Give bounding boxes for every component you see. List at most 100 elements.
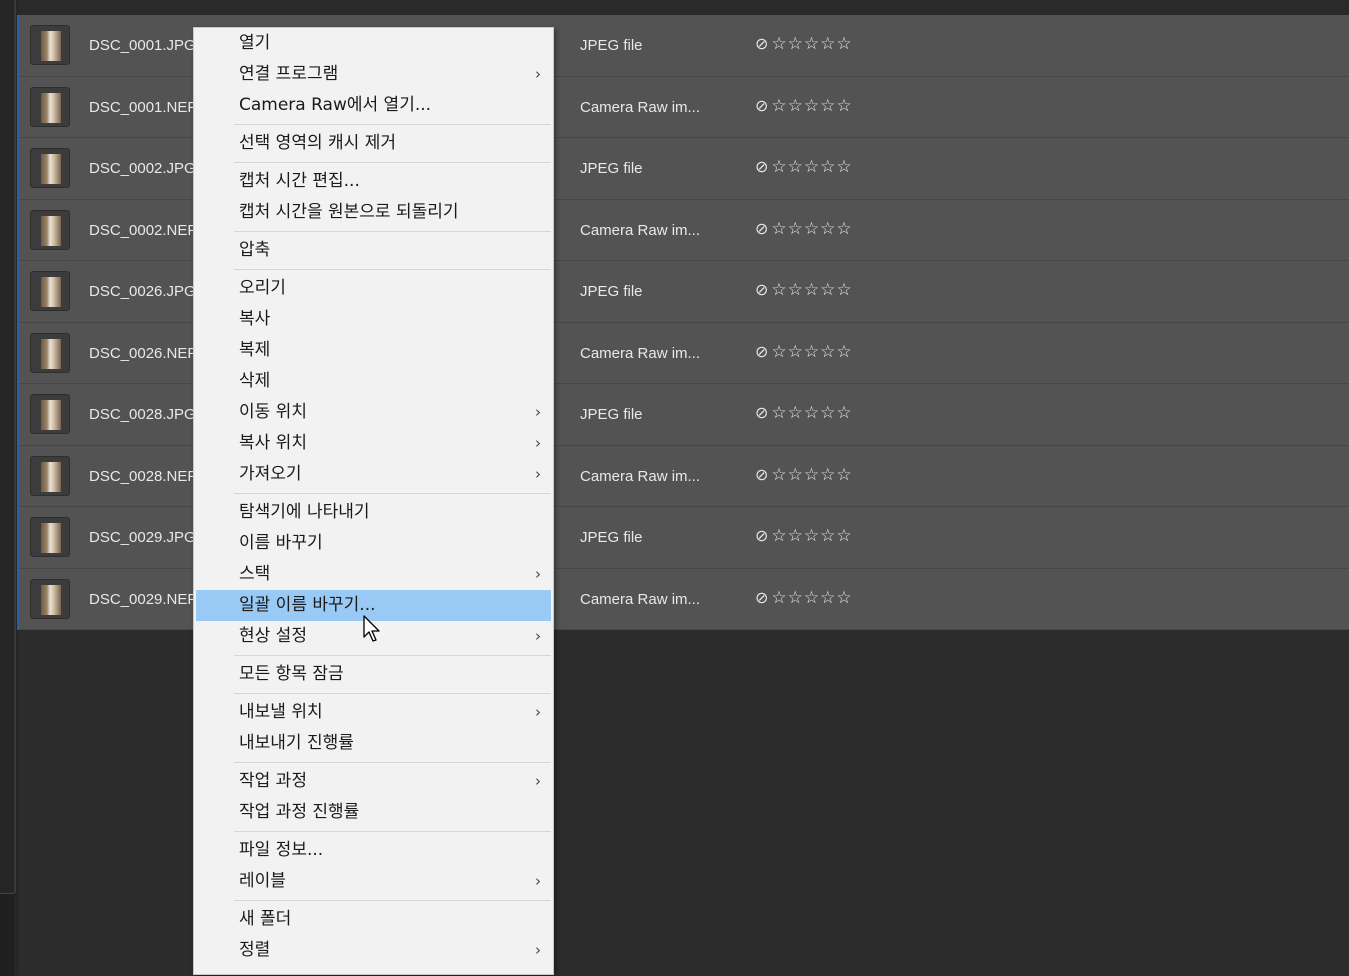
menu-item[interactable]: 열기 — [196, 28, 551, 59]
star-rating[interactable]: ⊘ ☆☆☆☆☆ — [755, 219, 853, 239]
reject-icon[interactable]: ⊘ — [755, 342, 768, 361]
star-icon[interactable]: ☆ — [836, 588, 851, 608]
star-icon[interactable]: ☆ — [804, 219, 819, 239]
star-icon[interactable]: ☆ — [836, 526, 851, 546]
star-rating[interactable]: ⊘ ☆☆☆☆☆ — [755, 157, 853, 177]
file-thumbnail[interactable] — [30, 148, 70, 188]
star-icon[interactable]: ☆ — [788, 403, 803, 423]
star-icon[interactable]: ☆ — [804, 403, 819, 423]
star-icon[interactable]: ☆ — [836, 280, 851, 300]
reject-icon[interactable]: ⊘ — [755, 157, 768, 176]
star-icon[interactable]: ☆ — [836, 342, 851, 362]
star-icon[interactable]: ☆ — [771, 342, 786, 362]
star-icon[interactable]: ☆ — [820, 280, 835, 300]
menu-item[interactable]: 복사 — [196, 304, 551, 335]
star-icon[interactable]: ☆ — [820, 465, 835, 485]
file-thumbnail[interactable] — [30, 209, 70, 250]
star-rating[interactable]: ⊘ ☆☆☆☆☆ — [755, 465, 853, 485]
star-icon[interactable]: ☆ — [836, 403, 851, 423]
star-icon[interactable]: ☆ — [820, 157, 835, 177]
reject-icon[interactable]: ⊘ — [755, 465, 768, 484]
menu-item[interactable]: 캡처 시간 편집... — [196, 166, 551, 197]
file-thumbnail[interactable] — [30, 394, 70, 434]
menu-item[interactable]: 복사 위치 › — [196, 428, 551, 459]
star-rating[interactable]: ⊘ ☆☆☆☆☆ — [755, 34, 853, 54]
star-icon[interactable]: ☆ — [771, 588, 786, 608]
reject-icon[interactable]: ⊘ — [755, 526, 768, 545]
star-rating[interactable]: ⊘ ☆☆☆☆☆ — [755, 403, 853, 423]
star-icon[interactable]: ☆ — [771, 157, 786, 177]
reject-icon[interactable]: ⊘ — [755, 219, 768, 238]
star-icon[interactable]: ☆ — [836, 96, 851, 116]
menu-item[interactable]: 새 폴더 — [196, 904, 551, 935]
menu-item[interactable]: 레이블 › — [196, 866, 551, 897]
menu-item[interactable]: 오리기 — [196, 273, 551, 304]
star-icon[interactable]: ☆ — [788, 342, 803, 362]
star-icon[interactable]: ☆ — [788, 34, 803, 54]
star-icon[interactable]: ☆ — [820, 96, 835, 116]
star-rating[interactable]: ⊘ ☆☆☆☆☆ — [755, 526, 853, 546]
menu-item[interactable]: 작업 과정 › — [196, 766, 551, 797]
menu-item[interactable]: Camera Raw에서 열기... — [196, 90, 551, 121]
star-icon[interactable]: ☆ — [820, 588, 835, 608]
file-thumbnail[interactable] — [30, 86, 70, 127]
star-icon[interactable]: ☆ — [804, 588, 819, 608]
menu-item[interactable]: 삭제 — [196, 366, 551, 397]
menu-item[interactable]: 연결 프로그램 › — [196, 59, 551, 90]
reject-icon[interactable]: ⊘ — [755, 588, 768, 607]
star-icon[interactable]: ☆ — [820, 526, 835, 546]
star-icon[interactable]: ☆ — [788, 96, 803, 116]
star-icon[interactable]: ☆ — [788, 280, 803, 300]
star-icon[interactable]: ☆ — [788, 219, 803, 239]
star-icon[interactable]: ☆ — [804, 157, 819, 177]
star-icon[interactable]: ☆ — [836, 157, 851, 177]
star-rating[interactable]: ⊘ ☆☆☆☆☆ — [755, 280, 853, 300]
menu-item[interactable]: 정렬 › — [196, 935, 551, 966]
star-icon[interactable]: ☆ — [836, 219, 851, 239]
panel-scrollbar[interactable] — [14, 0, 16, 893]
menu-item[interactable]: 내보내기 진행률 — [196, 728, 551, 759]
star-rating[interactable]: ⊘ ☆☆☆☆☆ — [755, 96, 853, 116]
reject-icon[interactable]: ⊘ — [755, 34, 768, 53]
star-icon[interactable]: ☆ — [771, 526, 786, 546]
menu-item[interactable]: 스택 › — [196, 559, 551, 590]
file-thumbnail[interactable] — [30, 271, 70, 311]
star-icon[interactable]: ☆ — [771, 465, 786, 485]
menu-item[interactable]: 이동 위치 › — [196, 397, 551, 428]
star-icon[interactable]: ☆ — [788, 588, 803, 608]
star-icon[interactable]: ☆ — [820, 342, 835, 362]
star-icon[interactable]: ☆ — [804, 96, 819, 116]
star-rating[interactable]: ⊘ ☆☆☆☆☆ — [755, 588, 853, 608]
menu-item[interactable]: 캡처 시간을 원본으로 되돌리기 — [196, 197, 551, 228]
star-icon[interactable]: ☆ — [788, 465, 803, 485]
menu-item[interactable]: 작업 과정 진행률 — [196, 797, 551, 828]
star-icon[interactable]: ☆ — [771, 280, 786, 300]
reject-icon[interactable]: ⊘ — [755, 96, 768, 115]
star-icon[interactable]: ☆ — [771, 34, 786, 54]
menu-item[interactable]: 내보낼 위치 › — [196, 697, 551, 728]
star-icon[interactable]: ☆ — [788, 526, 803, 546]
star-icon[interactable]: ☆ — [804, 526, 819, 546]
star-icon[interactable]: ☆ — [836, 34, 851, 54]
menu-item[interactable]: 선택 영역의 캐시 제거 — [196, 128, 551, 159]
star-icon[interactable]: ☆ — [804, 280, 819, 300]
star-icon[interactable]: ☆ — [804, 342, 819, 362]
star-icon[interactable]: ☆ — [820, 219, 835, 239]
star-icon[interactable]: ☆ — [820, 34, 835, 54]
star-rating[interactable]: ⊘ ☆☆☆☆☆ — [755, 342, 853, 362]
star-icon[interactable]: ☆ — [771, 96, 786, 116]
star-icon[interactable]: ☆ — [788, 157, 803, 177]
menu-item[interactable]: 이름 바꾸기 — [196, 528, 551, 559]
file-thumbnail[interactable] — [30, 332, 70, 373]
menu-item[interactable]: 압축 — [196, 235, 551, 266]
star-icon[interactable]: ☆ — [804, 34, 819, 54]
star-icon[interactable]: ☆ — [836, 465, 851, 485]
file-thumbnail[interactable] — [30, 578, 70, 619]
menu-item[interactable]: 복제 — [196, 335, 551, 366]
menu-item[interactable]: 탐색기에 나타내기 — [196, 497, 551, 528]
file-thumbnail[interactable] — [30, 455, 70, 496]
reject-icon[interactable]: ⊘ — [755, 280, 768, 299]
menu-item[interactable]: 모든 항목 잠금 — [196, 659, 551, 690]
star-icon[interactable]: ☆ — [771, 403, 786, 423]
star-icon[interactable]: ☆ — [804, 465, 819, 485]
